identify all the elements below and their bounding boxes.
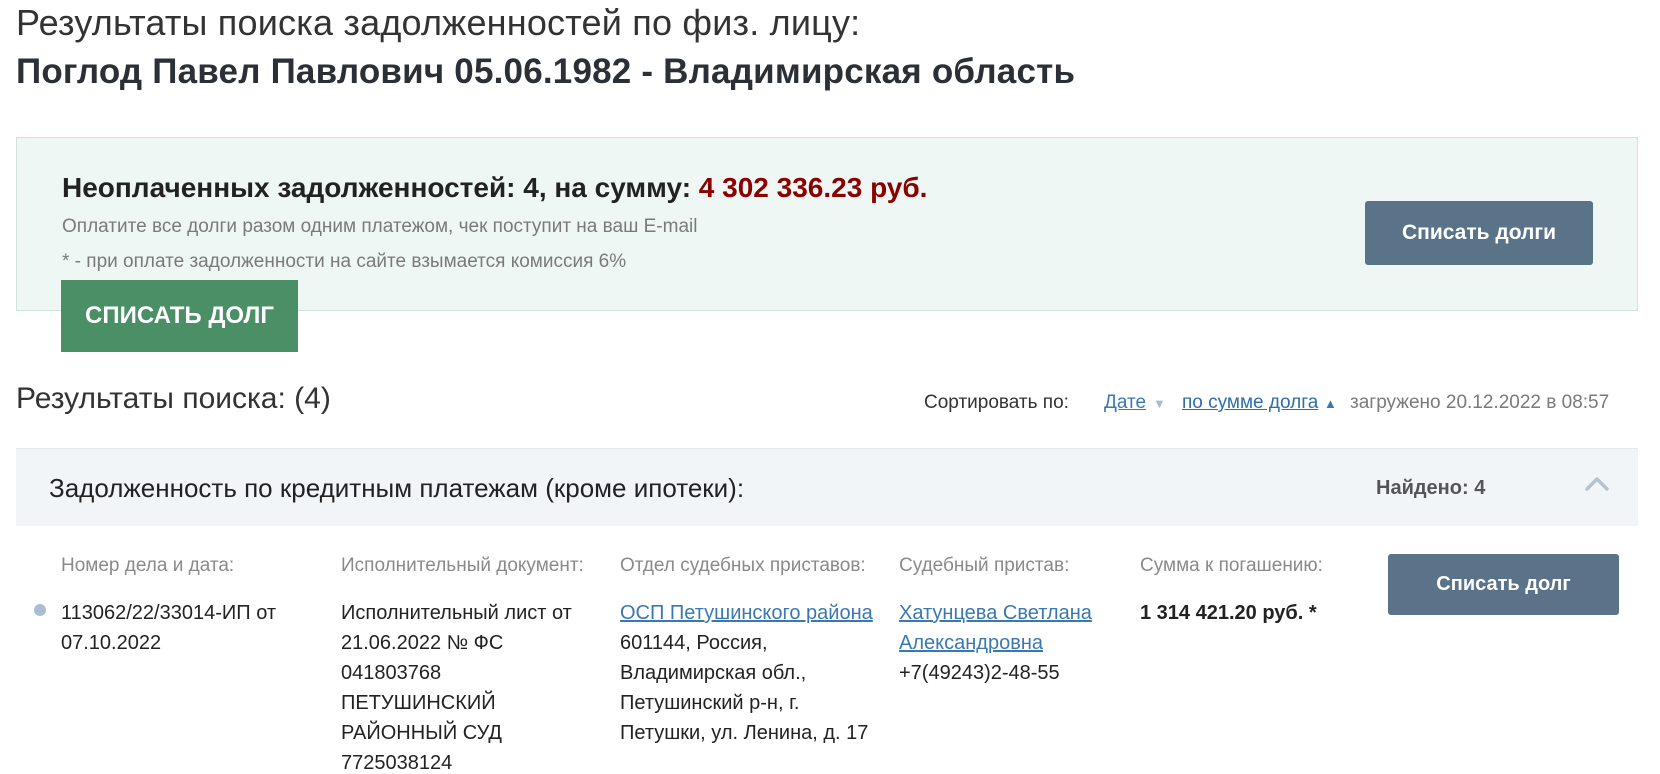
category-header[interactable]: Задолженность по кредитным платежам (кро… — [16, 448, 1638, 526]
bailiff-phone: +7(49243)2-48-55 — [899, 662, 1060, 684]
column-header-amount: Сумма к погашению: — [1140, 555, 1323, 576]
bailiff-cell: Хатунцева Светлана Александровна +7(4924… — [899, 598, 1114, 688]
case-number: 113062/22/33014-ИП от 07.10.2022 — [61, 602, 277, 654]
column-header-department: Отдел судебных приставов: — [620, 555, 866, 576]
summary-line: Неоплаченных задолженностей: 4, на сумму… — [62, 172, 927, 204]
summary-label: Неоплаченных задолженностей: 4, на сумму… — [62, 172, 692, 203]
department-address: 601144, Россия, Владимирская обл., Петуш… — [620, 632, 869, 744]
column-header-bailiff: Судебный пристав: — [899, 555, 1070, 576]
category-title: Задолженность по кредитным платежам (кро… — [49, 473, 745, 503]
sort-by-date-link[interactable]: Дате — [1104, 392, 1146, 414]
triangle-down-icon: ▼ — [1153, 396, 1166, 411]
bailiff-link[interactable]: Хатунцева Светлана Александровна — [899, 602, 1092, 654]
found-count: 4 — [1474, 477, 1486, 499]
dot-icon — [34, 604, 46, 616]
chevron-up-icon[interactable] — [1582, 469, 1612, 499]
department-link[interactable]: ОСП Петушинского района — [620, 602, 873, 624]
summary-commission: * - при оплате задолженности на сайте вз… — [62, 251, 627, 272]
loaded-timestamp: загружено 20.12.2022 в 08:57 — [1350, 392, 1610, 413]
category-found: Найдено: 4 — [1376, 477, 1485, 500]
results-title: Результаты поиска: (4) — [16, 382, 331, 415]
column-header-document: Исполнительный документ: — [341, 555, 584, 576]
executive-document: Исполнительный лист от 21.06.2022 № ФС 0… — [341, 602, 572, 774]
pay-debt-button[interactable]: СПИСАТЬ ДОЛГ — [61, 280, 298, 352]
summary-note: Оплатите все долги разом одним платежом,… — [62, 216, 698, 237]
sort-label: Сортировать по: — [924, 392, 1069, 413]
summary-amount: 4 302 336.23 руб. — [698, 172, 928, 203]
triangle-up-icon: ▲ — [1324, 396, 1337, 411]
amount-cell: 1 314 421.20 руб. * — [1140, 598, 1370, 628]
pay-single-debt-button[interactable]: Списать долг — [1388, 554, 1619, 615]
page-title: Результаты поиска задолженностей по физ.… — [16, 2, 861, 43]
pay-all-debts-button[interactable]: Списать долги — [1365, 201, 1593, 265]
department-cell: ОСП Петушинского района 601144, Россия, … — [620, 598, 885, 748]
sort-by-sum-link[interactable]: по сумме долга — [1182, 392, 1318, 414]
found-label: Найдено: — [1376, 477, 1469, 499]
debt-amount: 1 314 421.20 руб. — [1140, 602, 1304, 624]
column-header-case: Номер дела и дата: — [61, 555, 235, 576]
debtor-subject: Поглод Павел Павлович 05.06.1982 - Влади… — [16, 52, 1076, 91]
amount-asterisk: * — [1303, 602, 1317, 624]
